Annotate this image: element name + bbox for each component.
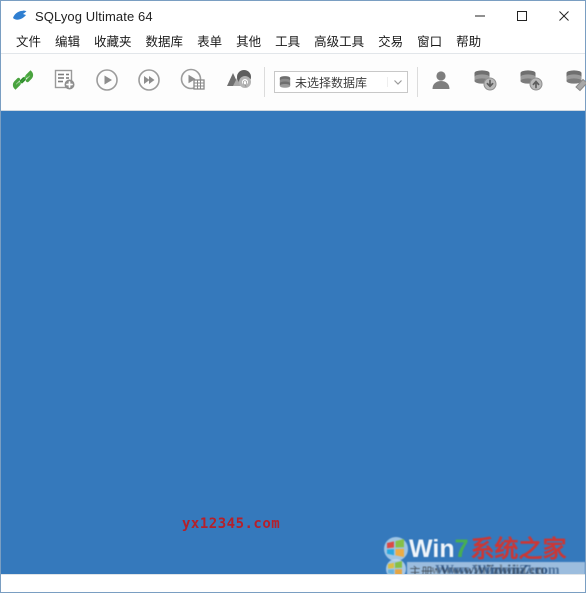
menu-help[interactable]: 帮助 bbox=[449, 32, 488, 52]
execute-query-button[interactable] bbox=[89, 62, 125, 102]
brand-word-cn: 系统之家 bbox=[470, 536, 567, 563]
status-bar bbox=[1, 574, 585, 592]
menu-bar: 文件 编辑 收藏夹 数据库 表单 其他 工具 高级工具 交易 窗口 帮助 bbox=[1, 31, 585, 53]
menu-transaction[interactable]: 交易 bbox=[371, 32, 410, 52]
sqlyog-dolphin-icon bbox=[9, 5, 31, 27]
windows-flag-icon-secondary bbox=[386, 559, 406, 574]
sync-database-button[interactable] bbox=[557, 62, 586, 102]
minimize-button[interactable] bbox=[459, 1, 501, 31]
menu-window[interactable]: 窗口 bbox=[410, 32, 449, 52]
svg-text:Q: Q bbox=[243, 81, 248, 87]
db-upload-icon bbox=[517, 67, 545, 98]
chevron-down-icon[interactable] bbox=[387, 77, 407, 87]
green-link-icon bbox=[10, 67, 36, 98]
schema-designer-button[interactable]: Q bbox=[219, 62, 259, 102]
menu-favorites[interactable]: 收藏夹 bbox=[87, 32, 139, 52]
database-select-value: 未选择数据库 bbox=[295, 75, 368, 90]
db-sync-icon bbox=[563, 67, 586, 98]
user-icon bbox=[428, 67, 454, 98]
brand-word-seven: 7 bbox=[454, 535, 469, 563]
menu-edit[interactable]: 编辑 bbox=[48, 32, 87, 52]
menu-database[interactable]: 数据库 bbox=[139, 32, 191, 52]
brand-watermark: Win 7 系统之家 主册： Www.WinwinZero Www.Winwin7.… bbox=[379, 536, 585, 574]
db-download-icon bbox=[471, 67, 499, 98]
database-select[interactable]: 未选择数据库 bbox=[274, 71, 408, 93]
new-query-tab-icon bbox=[52, 67, 78, 98]
new-query-tab-button[interactable] bbox=[47, 62, 83, 102]
user-manager-button[interactable] bbox=[423, 62, 459, 102]
new-connection-button[interactable] bbox=[5, 62, 41, 102]
database-stack-icon bbox=[275, 75, 295, 89]
toolbar-separator-2 bbox=[417, 67, 418, 97]
brand-title: Win 7 系统之家 bbox=[409, 535, 567, 563]
fast-forward-circle-icon bbox=[136, 67, 162, 98]
watermark-center-text: yx12345.com bbox=[182, 516, 281, 532]
menu-advanced-tools[interactable]: 高级工具 bbox=[307, 32, 371, 52]
schema-designer-icon: Q bbox=[224, 67, 254, 98]
play-circle-icon bbox=[94, 67, 120, 98]
application-window: SQLyog Ultimate 64 文件 编辑 收藏夹 数据库 表单 其他 工… bbox=[0, 0, 586, 593]
brand-url-tertiary: www.win7zhijia.cn bbox=[431, 563, 544, 574]
mdi-workspace: yx12345.com Win 7 系统之家 主册： Www.WinwinZer… bbox=[1, 111, 585, 574]
menu-file[interactable]: 文件 bbox=[9, 32, 48, 52]
window-controls bbox=[459, 1, 585, 31]
toolbar-separator-1 bbox=[264, 67, 265, 97]
execute-to-grid-button[interactable] bbox=[173, 62, 213, 102]
title-bar: SQLyog Ultimate 64 bbox=[1, 1, 585, 31]
menu-form[interactable]: 表单 bbox=[190, 32, 229, 52]
window-title: SQLyog Ultimate 64 bbox=[35, 8, 153, 24]
toolbar: Q 未选择数据库 bbox=[1, 53, 586, 111]
maximize-button[interactable] bbox=[501, 1, 543, 31]
play-grid-icon bbox=[179, 67, 207, 98]
restore-database-button[interactable] bbox=[511, 62, 551, 102]
close-button[interactable] bbox=[543, 1, 585, 31]
brand-url-band: 主册： Www.WinwinZero Www.Winwin7.com www.w… bbox=[407, 562, 585, 574]
backup-database-button[interactable] bbox=[465, 62, 505, 102]
brand-word-win: Win bbox=[409, 535, 455, 563]
menu-tools[interactable]: 工具 bbox=[268, 32, 307, 52]
execute-all-button[interactable] bbox=[131, 62, 167, 102]
menu-other[interactable]: 其他 bbox=[229, 32, 268, 52]
